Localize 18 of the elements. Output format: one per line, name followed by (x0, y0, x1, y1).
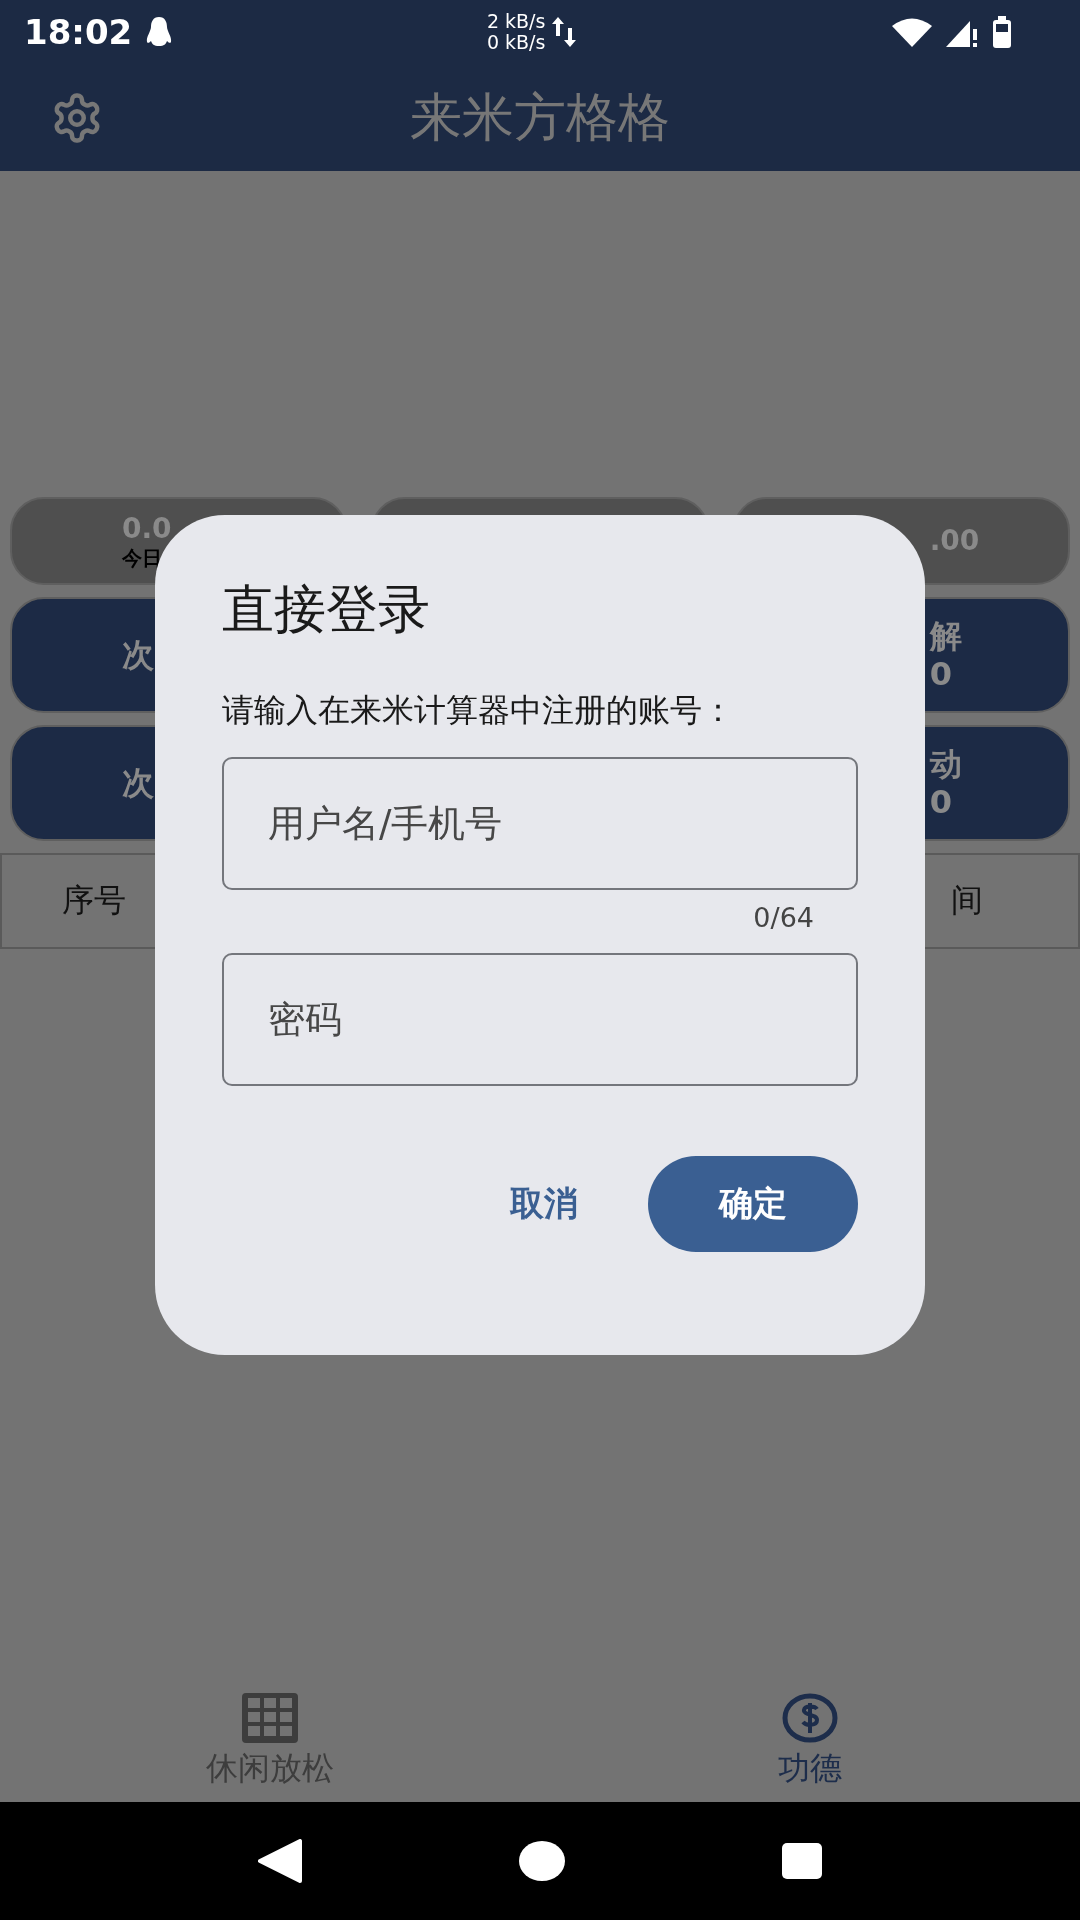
card-text: 解 (929, 616, 962, 655)
card-text: 动 (929, 744, 962, 783)
status-time: 18:02 (24, 12, 133, 52)
card-text: .00 (929, 524, 980, 558)
card-text: 0 (929, 655, 952, 694)
column-header: 间 (951, 880, 983, 921)
upload-speed: 2 kB/s (486, 11, 546, 32)
character-counter: 0/64 (753, 902, 814, 933)
card-text: 今日 (122, 545, 162, 570)
column-header: 序号 (62, 880, 126, 921)
app-title: 来米方格格 (409, 85, 671, 149)
card-text: 次 (122, 635, 154, 675)
dialog-title: 直接登录 (222, 578, 431, 641)
card-text: 次 (122, 763, 154, 803)
download-speed: 0 kB/s (486, 32, 546, 53)
card-text: 0.0 (122, 512, 172, 546)
dialog-message: 请输入在来米计算器中注册的账号： (222, 690, 735, 731)
card-text: 0 (929, 783, 952, 822)
